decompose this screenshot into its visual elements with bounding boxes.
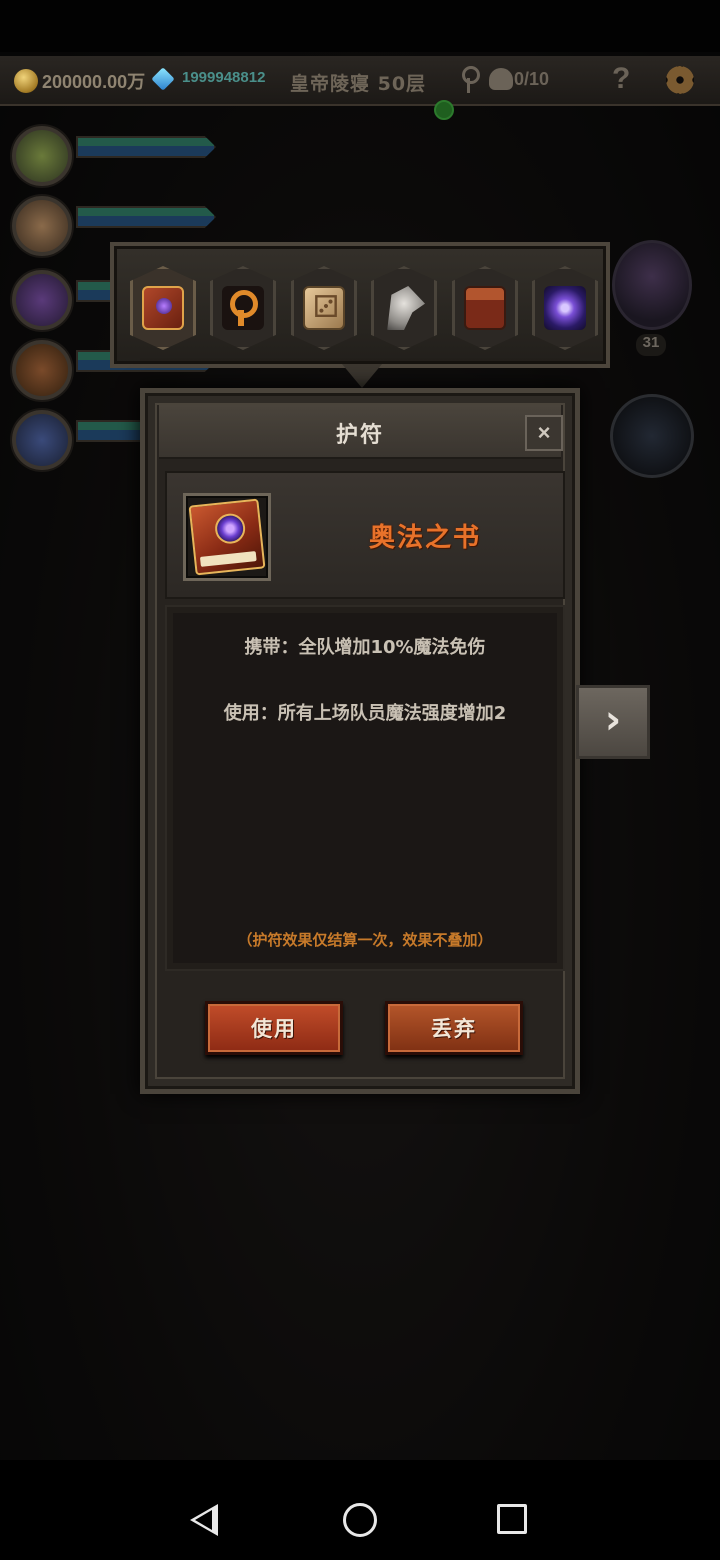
help-button[interactable]: ? — [612, 62, 630, 96]
home-icon[interactable] — [343, 1503, 377, 1537]
recent-apps-icon[interactable] — [497, 1504, 527, 1534]
resource-bar: 200000.00万 1999948812 皇帝陵寝 50层 0/10 ? — [0, 56, 720, 106]
diamond-amount: 1999948812 — [182, 69, 266, 86]
spellbook-icon — [142, 286, 184, 330]
hero-portrait — [12, 340, 72, 400]
skull-icon — [489, 68, 513, 90]
hero-hp-bar — [76, 136, 216, 158]
status-bar — [0, 0, 720, 52]
item-icon-frame — [183, 493, 271, 581]
effect-note-text: （护符效果仅结算一次，效果不叠加） — [237, 931, 493, 949]
chevron-right-icon: › — [604, 697, 622, 743]
spellbook-icon — [188, 498, 266, 576]
amulet-slot-spellbook[interactable] — [130, 266, 196, 350]
dialog-header: 护符 — [159, 405, 561, 459]
hero-portrait — [12, 196, 72, 256]
carry-effect-text: 携带：全队增加10%魔法免伤 — [244, 637, 486, 658]
use-effect-text: 使用：所有上场队员魔法强度增加2 — [223, 703, 507, 724]
amulet-slot-drum[interactable] — [452, 266, 518, 350]
discard-button[interactable]: 丢弃 — [385, 1001, 523, 1055]
amulet-slot-key[interactable] — [210, 266, 276, 350]
gold-amount: 200000.00万 — [42, 72, 146, 92]
next-page-button[interactable]: › — [576, 685, 650, 759]
drum-icon — [464, 286, 506, 330]
dungeon-floor-label: 皇帝陵寝 50层 — [290, 73, 427, 95]
description-panel: 携带：全队增加10%魔法免伤 使用：所有上场队员魔法强度增加2 （护符效果仅结算… — [165, 605, 565, 971]
dice-icon — [303, 286, 345, 330]
hero-portrait — [12, 270, 72, 330]
amulet-dialog: 护符 × 奥法之书 携带：全队增加10%魔法免伤 使用：所有上场队员魔法强度增加… — [140, 388, 580, 1094]
dialog-title: 护符 — [335, 423, 384, 448]
amulet-slot-vortex[interactable] — [532, 266, 598, 350]
side-hero-portrait[interactable] — [612, 240, 692, 330]
amulet-slot-wolf[interactable] — [371, 266, 437, 350]
crow-portrait[interactable] — [610, 394, 694, 478]
hero-portrait — [12, 126, 72, 186]
back-icon[interactable] — [190, 1504, 218, 1536]
close-button[interactable]: × — [525, 415, 563, 451]
side-hero-level: 31 — [636, 334, 666, 356]
gold-coin-icon — [14, 69, 38, 93]
notification-dot — [434, 100, 454, 120]
vortex-icon — [544, 286, 586, 330]
key-icon — [460, 66, 480, 94]
settings-gear-icon[interactable] — [666, 66, 694, 94]
diamond-icon — [151, 67, 175, 91]
hero-portrait — [12, 410, 72, 470]
use-button[interactable]: 使用 — [205, 1001, 343, 1055]
hero-hp-bar — [76, 206, 216, 228]
key-icon — [222, 286, 264, 330]
amulet-selector — [110, 242, 610, 388]
item-name: 奥法之书 — [368, 523, 481, 553]
hero-row[interactable] — [8, 120, 228, 186]
kill-counter: 0/10 — [514, 69, 550, 89]
close-icon: × — [537, 420, 551, 445]
item-panel: 奥法之书 — [165, 471, 565, 599]
amulet-slot-dice[interactable] — [291, 266, 357, 350]
